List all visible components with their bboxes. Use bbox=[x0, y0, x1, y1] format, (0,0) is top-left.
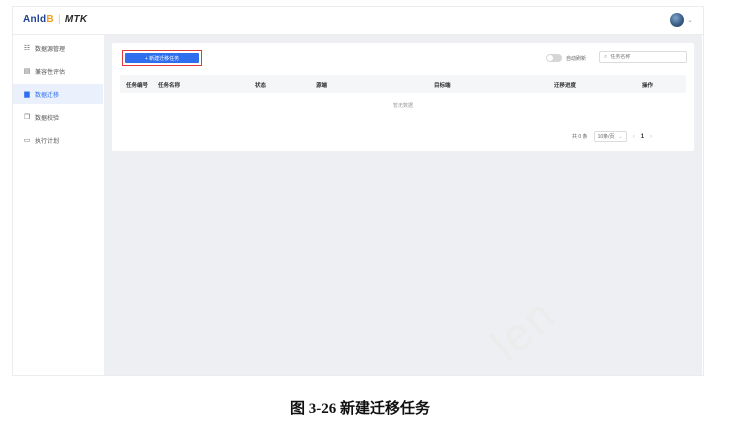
brand-suffix: B bbox=[46, 14, 54, 25]
page-number[interactable]: 1 bbox=[641, 134, 644, 140]
search-input[interactable] bbox=[610, 54, 681, 60]
folder-icon: ▆ bbox=[24, 91, 30, 98]
column-header: 操作 bbox=[642, 83, 654, 89]
page-size-value: 10条/页 bbox=[597, 134, 615, 140]
sidebar-item-label: 兼容性评估 bbox=[35, 69, 66, 76]
new-migration-task-button[interactable]: + 新建迁移任务 bbox=[125, 53, 199, 63]
logo: AnldB | MTK bbox=[23, 14, 87, 25]
total-count: 共 0 条 bbox=[572, 134, 588, 140]
chevron-down-icon[interactable]: ⌄ bbox=[687, 16, 693, 24]
avatar[interactable] bbox=[670, 13, 685, 27]
product-name: MTK bbox=[64, 14, 88, 25]
sidebar-item-label: 数据源管理 bbox=[35, 46, 66, 53]
new-task-button-highlight: + 新建迁移任务 bbox=[122, 50, 202, 66]
document-icon: ▤ bbox=[23, 68, 31, 75]
user-menu[interactable]: ⌄ bbox=[670, 13, 693, 27]
column-header: 任务名称 bbox=[158, 83, 181, 89]
page-size-select[interactable]: 10条/页 ⌄ bbox=[593, 131, 627, 142]
search-box[interactable]: ⌕ bbox=[599, 51, 687, 63]
prev-page-icon[interactable]: ‹ bbox=[633, 134, 635, 140]
auto-refresh-switch[interactable] bbox=[546, 54, 562, 62]
sidebar-item-label: 执行计划 bbox=[35, 138, 60, 145]
next-page-icon[interactable]: › bbox=[650, 134, 652, 140]
app-window: AnldB | MTK ⌄ ☷ 数据源管理 ▤ 兼容性评估 ▆ 数据迁移 ❐ 数据校… bbox=[12, 6, 704, 376]
copy-icon: ❐ bbox=[23, 114, 31, 121]
logo-separator: | bbox=[57, 14, 61, 25]
task-list-card: + 新建迁移任务 自动刷新 ⌕ 任务编号 任务名称 状态 源端 目标端 迁移进度… bbox=[112, 43, 694, 151]
pagination: 共 0 条 10条/页 ⌄ ‹ 1 › bbox=[572, 131, 652, 142]
table-header: 任务编号 任务名称 状态 源端 目标端 迁移进度 操作 bbox=[120, 75, 686, 93]
sidebar-item-validation[interactable]: ❐ 数据校验 bbox=[13, 107, 103, 127]
top-bar: AnldB | MTK ⌄ bbox=[13, 7, 703, 35]
sidebar-item-migration[interactable]: ▆ 数据迁移 bbox=[13, 84, 103, 104]
column-header: 源端 bbox=[316, 83, 328, 89]
calendar-icon: ▭ bbox=[23, 137, 31, 144]
chevron-down-icon: ⌄ bbox=[618, 133, 623, 140]
auto-refresh-toggle[interactable]: 自动刷新 bbox=[546, 54, 586, 62]
empty-state-text: 暂无数据 bbox=[392, 103, 413, 109]
sidebar-item-label: 数据校验 bbox=[35, 115, 60, 122]
main-content: + 新建迁移任务 自动刷新 ⌕ 任务编号 任务名称 状态 源端 目标端 迁移进度… bbox=[104, 35, 702, 375]
sidebar-item-compatibility[interactable]: ▤ 兼容性评估 bbox=[13, 61, 103, 81]
auto-refresh-label: 自动刷新 bbox=[566, 55, 587, 62]
column-header: 迁移进度 bbox=[554, 83, 577, 89]
column-header: 任务编号 bbox=[126, 83, 149, 89]
figure-caption: 图 3-26 新建迁移任务 bbox=[290, 401, 430, 417]
brand-name: Anld bbox=[23, 14, 47, 25]
sidebar: ☷ 数据源管理 ▤ 兼容性评估 ▆ 数据迁移 ❐ 数据校验 ▭ 执行计划 bbox=[13, 35, 103, 375]
sidebar-item-label: 数据迁移 bbox=[35, 92, 60, 99]
database-icon: ☷ bbox=[23, 45, 31, 52]
sidebar-item-datasource[interactable]: ☷ 数据源管理 bbox=[13, 38, 103, 58]
sidebar-item-schedule[interactable]: ▭ 执行计划 bbox=[13, 130, 103, 150]
column-header: 目标端 bbox=[434, 83, 451, 89]
search-icon: ⌕ bbox=[604, 53, 608, 60]
column-header: 状态 bbox=[255, 83, 267, 89]
